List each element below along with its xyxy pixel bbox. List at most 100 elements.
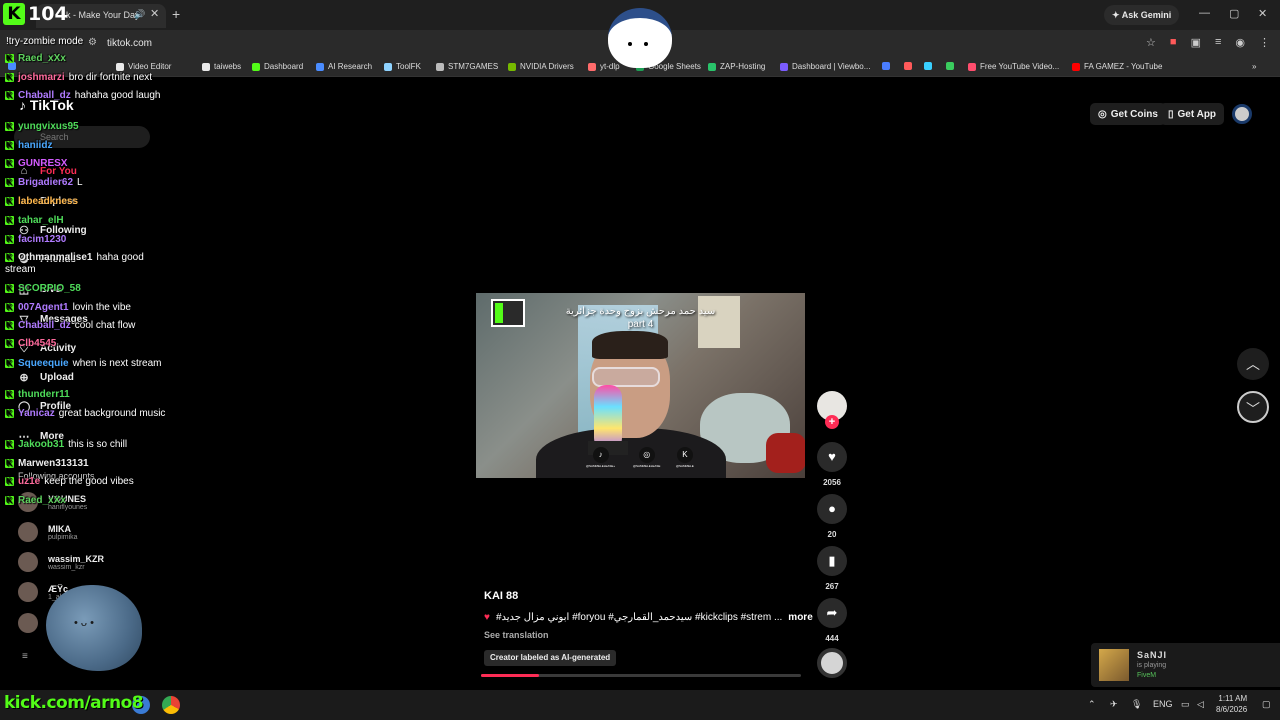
chat-username: Squeequie	[18, 358, 69, 369]
kick-badge-icon: K	[5, 459, 14, 468]
language-indicator[interactable]: ENG	[1153, 699, 1173, 709]
bookmark-item[interactable]: FA GAMEZ - YouTube	[1072, 62, 1162, 71]
network-icon[interactable]: ▭	[1181, 699, 1190, 710]
bookmark-item[interactable]: AI Research	[316, 62, 372, 71]
save-action[interactable]: ▮ 267	[817, 546, 847, 591]
sidebar-item-upload[interactable]: ⊕ Upload	[18, 371, 74, 384]
more-link[interactable]: more	[788, 612, 812, 623]
chat-message: Kuz1e keep the good vibes	[5, 476, 170, 488]
comment-action[interactable]: ● 20	[817, 494, 847, 539]
bookmarks-overflow-icon[interactable]: »	[1252, 62, 1256, 71]
video-player[interactable]: سيد حمد مرحش بزوج وحدة جزائرية part 4 ♪ …	[476, 293, 805, 478]
get-app-button[interactable]: ▯ Get App	[1160, 103, 1225, 125]
chat-message: Ktahar_elH	[5, 215, 170, 227]
tray-app-icon[interactable]: ✈	[1110, 699, 1118, 710]
ask-gemini-button[interactable]: ✦ Ask Gemini	[1104, 5, 1180, 25]
user-avatar[interactable]	[1232, 104, 1252, 124]
minimize-button[interactable]: —	[1199, 7, 1210, 19]
chat-username: Jakoob31	[18, 439, 65, 450]
chat-username: Brigadier62	[18, 177, 74, 188]
music-disc-icon[interactable]	[817, 648, 847, 678]
like-action[interactable]: ♥ 2056	[817, 442, 847, 487]
follow-plus-icon[interactable]: +	[825, 415, 839, 429]
share-action[interactable]: ➦ 444	[817, 598, 847, 643]
comment-count: 20	[827, 530, 837, 539]
maximize-button[interactable]: ▢	[1229, 7, 1239, 20]
following-account[interactable]	[18, 613, 48, 633]
extensions-puzzle-icon[interactable]: ▣	[1191, 36, 1201, 49]
microphone-icon[interactable]: 🎙	[1131, 699, 1142, 710]
kick-badge-icon: K	[5, 339, 14, 348]
get-coins-button[interactable]: ◎ Get Coins	[1090, 103, 1166, 125]
tiktok-social-icon: ♪	[592, 447, 609, 463]
extension-icon[interactable]: ■	[1170, 36, 1177, 49]
chat-username: facim1230	[18, 234, 67, 245]
close-window-button[interactable]: ✕	[1258, 7, 1267, 20]
tray-chevron-icon[interactable]: ⌃	[1088, 699, 1096, 710]
notifications-icon[interactable]: ▢	[1262, 699, 1271, 710]
share-icon: ➦	[817, 598, 847, 628]
following-account[interactable]: MIKA pulpimika	[18, 522, 78, 542]
reading-list-icon[interactable]: ≡	[1215, 36, 1221, 49]
profile-icon[interactable]: ◉	[1235, 36, 1245, 49]
bookmark-item[interactable]	[946, 62, 958, 70]
kick-badge-icon: K	[5, 409, 14, 418]
sidebar-menu-icon[interactable]: ≡	[22, 651, 28, 662]
following-handle: wassim_kzr	[48, 563, 85, 571]
now-playing-card: SaNJI is playing FiveM	[1091, 643, 1280, 687]
bookmark-item[interactable]: ToolFK	[384, 62, 421, 71]
bookmark-item[interactable]	[924, 62, 936, 70]
bookmark-item[interactable]: Free YouTube Video...	[968, 62, 1059, 71]
menu-icon[interactable]: ⋮	[1259, 36, 1270, 49]
tab-audio-icon[interactable]: 🔊	[134, 9, 145, 20]
bookmark-item[interactable]: STM7GAMES	[436, 62, 498, 71]
bookmark-item[interactable]	[904, 62, 916, 70]
clock[interactable]: 1:11 AM 8/6/2026	[1216, 693, 1247, 715]
pet-face: • ᴗ •	[74, 617, 94, 629]
bookmark-item[interactable]: taiwebs	[202, 62, 241, 71]
kick-badge-icon: K	[5, 440, 14, 449]
avatar-eye-left	[628, 42, 632, 46]
video-author[interactable]: KAI 88	[484, 590, 518, 602]
kick-badge-icon: K	[5, 178, 14, 187]
chat-message: K Brigadier62 L	[5, 177, 170, 189]
video-progress-fill	[481, 674, 539, 677]
chat-text: hahaha good laugh	[74, 90, 161, 101]
chrome-icon[interactable]	[162, 696, 180, 714]
following-account[interactable]: wassim_KZR wassim_kzr	[18, 552, 104, 572]
bookmark-item[interactable]: Dashboard	[252, 62, 303, 71]
next-video-button[interactable]: ﹀	[1237, 391, 1269, 423]
avatar-eye-right	[644, 42, 648, 46]
bookmark-item[interactable]	[882, 62, 894, 70]
chat-message: K Chaball_dz hahaha good laugh	[5, 90, 170, 102]
kick-badge-icon: K	[5, 284, 14, 293]
chat-message: Kjoshmarzi bro dir fortnite next	[5, 72, 170, 84]
bookmark-favicon-icon	[924, 62, 932, 70]
url-field[interactable]: tiktok.com	[107, 38, 152, 49]
bookmark-item[interactable]: yt-dlp	[588, 62, 620, 71]
share-count: 444	[825, 634, 839, 643]
kick-badge-icon: K	[5, 303, 14, 312]
chat-text: L	[77, 177, 83, 188]
bookmark-star-icon[interactable]: ☆	[1146, 36, 1156, 49]
chat-message: Kyungvixus95	[5, 121, 170, 133]
tab-close-icon[interactable]: ✕	[150, 7, 159, 20]
previous-video-button[interactable]: ︿	[1237, 348, 1269, 380]
bookmark-favicon-icon	[436, 62, 444, 71]
video-person-hair	[592, 331, 668, 359]
bookmark-item[interactable]: NVIDIA Drivers	[508, 62, 574, 71]
bookmark-item[interactable]: Dashboard | Viewbo...	[780, 62, 870, 71]
bookmark-favicon-icon	[946, 62, 954, 70]
see-translation-link[interactable]: See translation	[484, 630, 549, 640]
bookmark-icon: ▮	[817, 546, 847, 576]
bookmark-favicon-icon	[708, 62, 716, 71]
new-tab-button[interactable]: +	[172, 6, 180, 22]
chat-username: Othmanmalise1	[18, 252, 93, 263]
chat-message: Kfacim1230	[5, 234, 170, 246]
chevron-down-icon: ﹀	[1246, 401, 1260, 417]
site-settings-icon[interactable]: ⚙	[88, 37, 97, 48]
volume-icon[interactable]: ◁	[1197, 699, 1204, 710]
chat-message: K Jakoob31 this is so chill	[5, 439, 170, 451]
video-progress-bar[interactable]	[481, 674, 801, 677]
bookmark-item[interactable]: ZAP-Hosting	[708, 62, 765, 71]
